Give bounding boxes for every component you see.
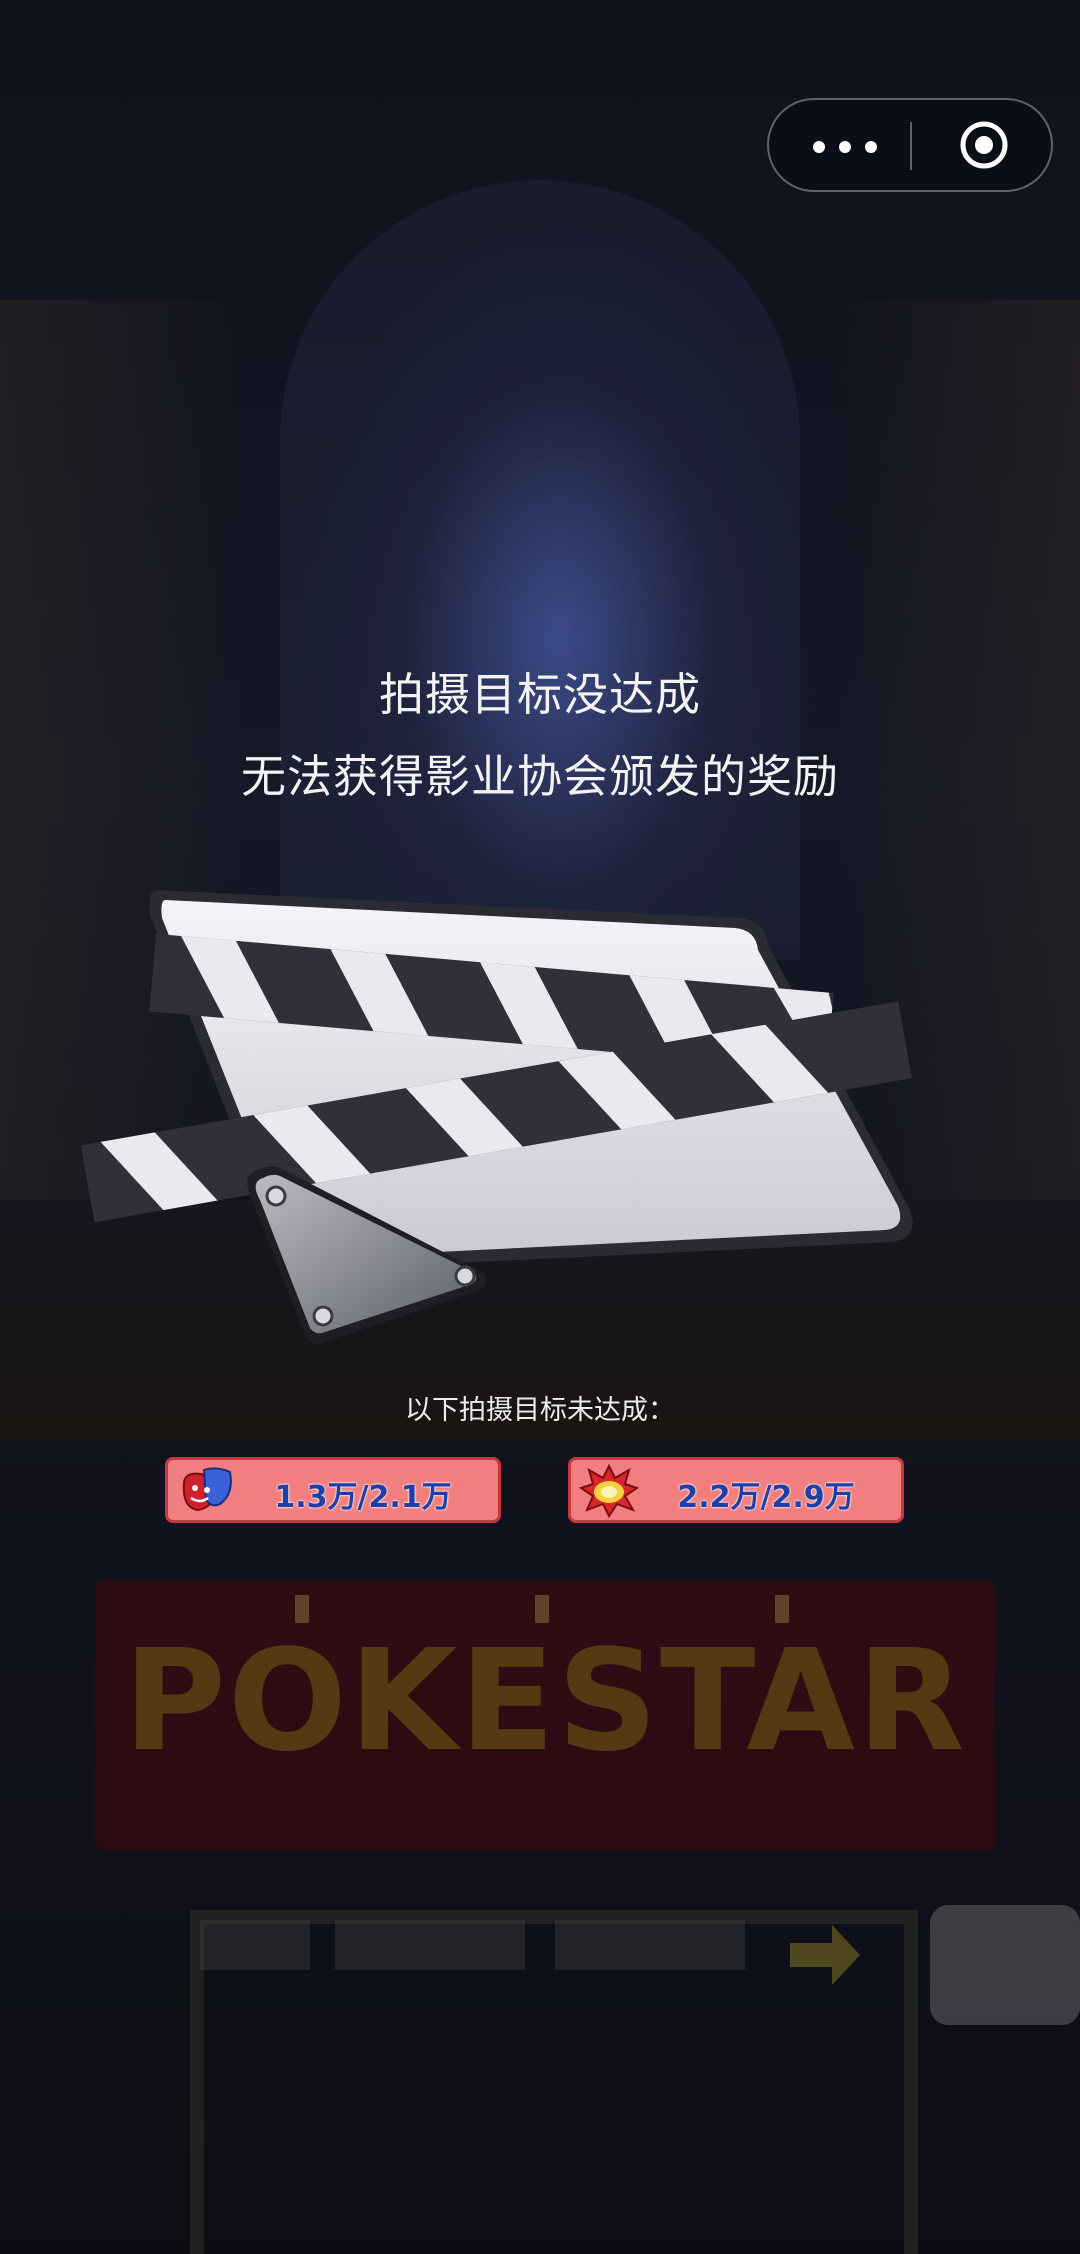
target-item: 2.2万/2.9万 bbox=[568, 1457, 904, 1523]
result-message: 无法获得影业协会颁发的奖励 bbox=[240, 750, 839, 803]
result-title: 拍摄目标没达成 bbox=[378, 668, 701, 721]
miniprogram-capsule bbox=[767, 98, 1053, 192]
unmet-targets-label: 以下拍摄目标未达成： bbox=[405, 1395, 675, 1426]
sign-hook bbox=[535, 1595, 549, 1623]
explosion-icon bbox=[579, 1464, 639, 1518]
storefront-window bbox=[335, 1920, 525, 1970]
background-sign-text: POKESTAR bbox=[123, 1620, 967, 1783]
target-value: 1.3万/2.1万 bbox=[274, 1480, 452, 1515]
storefront-window bbox=[200, 1920, 310, 1970]
background-arch bbox=[280, 180, 800, 960]
clapperboard-icon bbox=[80, 890, 913, 1344]
capsule-divider bbox=[910, 122, 912, 170]
storefront-window bbox=[555, 1920, 745, 1970]
theater-mask-icon bbox=[182, 1467, 232, 1512]
sign-hook bbox=[295, 1595, 309, 1623]
sign-hook bbox=[775, 1595, 789, 1623]
more-dots-icon[interactable] bbox=[813, 132, 913, 162]
target-value: 2.2万/2.9万 bbox=[677, 1480, 855, 1515]
target-item: 1.3万/2.1万 bbox=[165, 1457, 501, 1523]
character-figure bbox=[930, 1905, 1080, 2025]
target-close-icon[interactable] bbox=[959, 120, 1009, 170]
